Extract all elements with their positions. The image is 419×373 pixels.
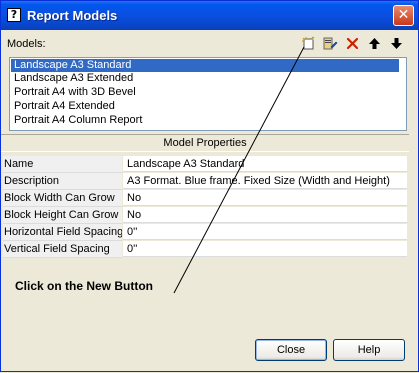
callout-annotation: Click on the New Button [15,279,153,293]
report-models-dialog: ? Report Models ✕ Models: Landscape A3 S… [0,0,419,372]
help-button[interactable]: Help [333,339,405,361]
close-button[interactable]: Close [255,339,327,361]
callout-pointer-line [173,46,305,294]
